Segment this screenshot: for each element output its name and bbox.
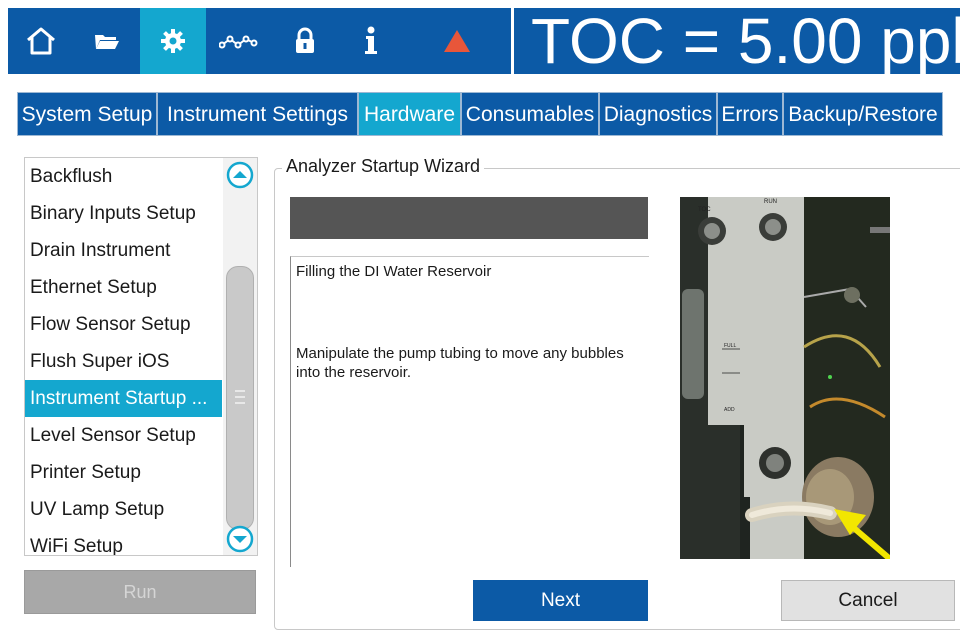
list-item-ethernet-setup[interactable]: Ethernet Setup — [25, 269, 222, 306]
trend-icon — [219, 35, 258, 49]
files-button[interactable] — [74, 8, 140, 74]
hardware-procedure-list: Backflush Binary Inputs Setup Drain Inst… — [24, 157, 258, 556]
tab-consumables[interactable]: Consumables — [461, 92, 599, 136]
settings-button[interactable] — [140, 8, 206, 74]
gear-icon — [161, 29, 185, 53]
photo-label-add: ADD — [724, 407, 735, 413]
instruction-panel: Filling the DI Water Reservoir Manipulat… — [290, 256, 649, 567]
list-scrollbar[interactable] — [223, 158, 257, 555]
scroll-up-button[interactable] — [226, 161, 254, 189]
list-item-binary-inputs-setup[interactable]: Binary Inputs Setup — [25, 195, 222, 232]
lock-icon — [296, 27, 314, 53]
list-item-flow-sensor-setup[interactable]: Flow Sensor Setup — [25, 306, 222, 343]
chevron-up-icon — [226, 161, 254, 189]
top-bar: TOC = 5.00 ppb — [8, 8, 960, 74]
alarm-button[interactable] — [424, 8, 490, 74]
trend-button[interactable] — [206, 8, 272, 74]
svg-text:TOC: TOC — [698, 207, 711, 213]
run-button[interactable]: Run — [24, 570, 256, 614]
tab-system-setup[interactable]: System Setup — [17, 92, 157, 136]
list-item-wifi-setup[interactable]: WiFi Setup — [25, 528, 222, 555]
cancel-button[interactable]: Cancel — [781, 580, 955, 621]
tab-backup-restore[interactable]: Backup/Restore — [783, 92, 943, 136]
list-item-level-sensor-setup[interactable]: Level Sensor Setup — [25, 417, 222, 454]
scroll-thumb[interactable] — [226, 266, 254, 530]
instruction-title: Filling the DI Water Reservoir — [296, 263, 492, 280]
list-item-backflush[interactable]: Backflush — [25, 158, 222, 195]
list-item-flush-super-ios[interactable]: Flush Super iOS — [25, 343, 222, 380]
info-button[interactable] — [338, 8, 404, 74]
wizard-step-bar — [290, 197, 648, 239]
lock-button[interactable] — [272, 8, 338, 74]
instruction-text: Manipulate the pump tubing to move any b… — [296, 345, 624, 381]
next-button[interactable]: Next — [473, 580, 648, 621]
toc-readout: TOC = 5.00 ppb — [531, 8, 960, 74]
alert-triangle-icon — [444, 30, 470, 52]
instrument-photo: TOC RUN FULL ADD — [680, 197, 890, 559]
list-item-instrument-startup[interactable]: Instrument Startup ... — [25, 380, 222, 417]
list-item-drain-instrument[interactable]: Drain Instrument — [25, 232, 222, 269]
tab-diagnostics[interactable]: Diagnostics — [599, 92, 717, 136]
scroll-down-button[interactable] — [226, 525, 254, 553]
list-item-printer-setup[interactable]: Printer Setup — [25, 454, 222, 491]
folder-icon — [95, 35, 119, 49]
svg-text:RUN: RUN — [764, 199, 777, 205]
tab-instrument-settings[interactable]: Instrument Settings — [157, 92, 358, 136]
instrument-photo-drawing: TOC RUN FULL ADD — [680, 197, 890, 559]
tab-hardware[interactable]: Hardware — [358, 92, 461, 136]
home-icon — [27, 27, 55, 55]
header-divider — [511, 8, 514, 74]
info-icon — [365, 26, 377, 54]
grip-icon — [235, 390, 245, 404]
chevron-down-icon — [226, 525, 254, 553]
wizard-title: Analyzer Startup Wizard — [282, 156, 485, 177]
list-item-uv-lamp-setup[interactable]: UV Lamp Setup — [25, 491, 222, 528]
home-button[interactable] — [8, 8, 74, 74]
tab-errors[interactable]: Errors — [717, 92, 783, 136]
photo-label-full: FULL — [724, 343, 736, 349]
